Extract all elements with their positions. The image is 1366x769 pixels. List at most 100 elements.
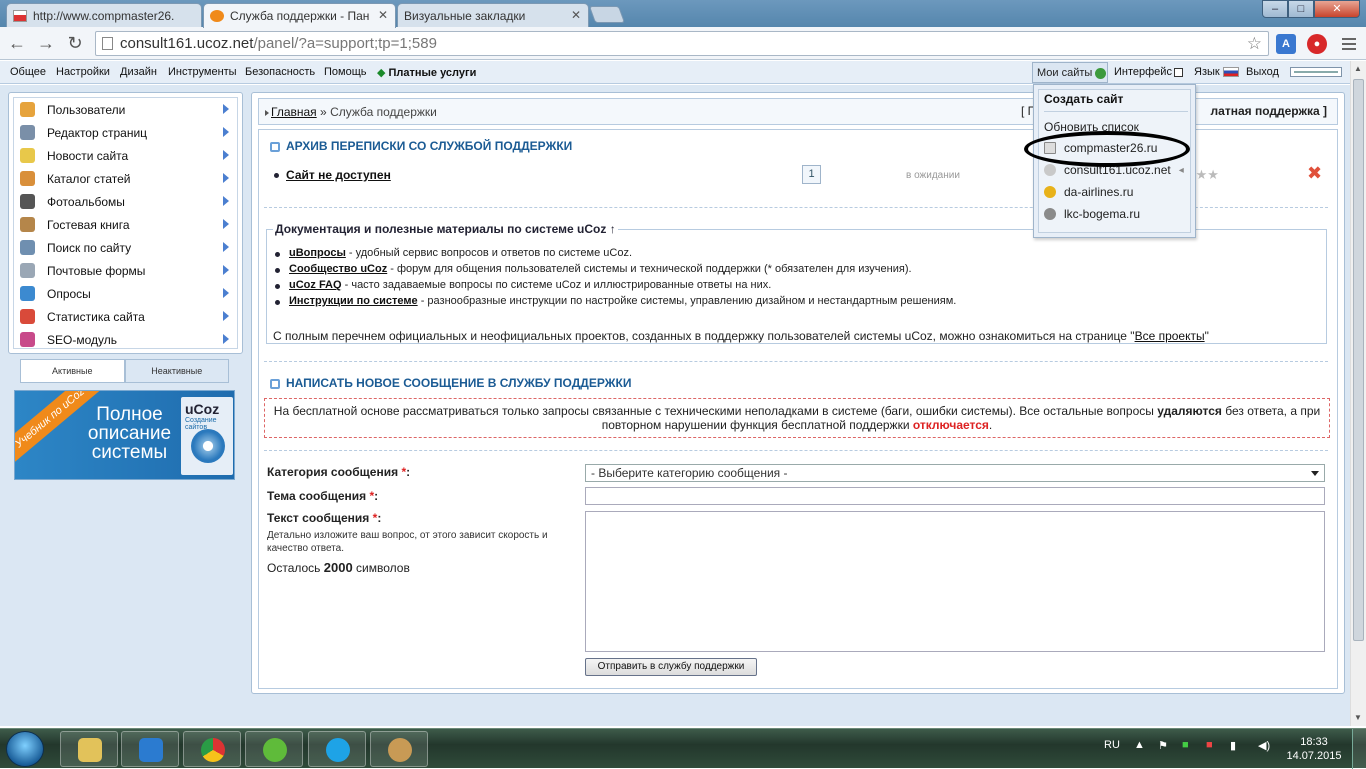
logout-link[interactable]: Выход: [1246, 66, 1279, 78]
sidebar-item[interactable]: Опросы: [14, 282, 237, 305]
show-desktop-button[interactable]: [1352, 729, 1366, 769]
expand-arrow-icon[interactable]: [223, 242, 229, 252]
expand-arrow-icon[interactable]: [223, 104, 229, 114]
disc-icon: [191, 429, 225, 463]
taskbar-chrome[interactable]: [183, 731, 241, 767]
translate-extension-icon[interactable]: A: [1276, 34, 1296, 54]
paid-support-link[interactable]: латная поддержка ]: [1211, 104, 1327, 118]
sidebar-item-label: Гостевая книга: [47, 217, 130, 232]
menu-help[interactable]: Помощь: [324, 66, 367, 78]
expand-arrow-icon[interactable]: [223, 219, 229, 229]
width-slider[interactable]: [1290, 67, 1342, 77]
browser-tab-bookmarks[interactable]: Визуальные закладки ✕: [397, 3, 589, 27]
expand-arrow-icon[interactable]: [223, 334, 229, 344]
sidebar-item[interactable]: Поиск по сайту: [14, 236, 237, 259]
network-tray-icon[interactable]: ■: [1182, 739, 1189, 751]
tab-inactive[interactable]: Неактивные: [124, 359, 229, 383]
forward-icon[interactable]: →: [35, 33, 57, 53]
expand-arrow-icon[interactable]: [223, 265, 229, 275]
docs-link[interactable]: Сообщество uCoz: [289, 263, 387, 275]
ucoz-tutorial-banner[interactable]: Учебник по uCoz Полное описание системы …: [14, 390, 235, 480]
expand-arrow-icon[interactable]: [223, 196, 229, 206]
subject-input[interactable]: [585, 487, 1325, 505]
close-tab-icon[interactable]: ✕: [571, 8, 581, 22]
clock-date: 14.07.2015: [1286, 750, 1342, 762]
taskbar-media-player[interactable]: [121, 731, 179, 767]
globe-icon: [1095, 67, 1107, 79]
expand-arrow-icon[interactable]: [223, 127, 229, 137]
taskbar-utorrent[interactable]: [245, 731, 303, 767]
tray-arrow-icon[interactable]: ▲: [1134, 739, 1145, 751]
address-bar[interactable]: consult161.ucoz.net/panel/?a=support;tp=…: [95, 31, 1269, 56]
interface-toggle[interactable]: Интерфейс: [1114, 66, 1183, 78]
paint-icon: [388, 738, 412, 762]
start-button[interactable]: [6, 731, 44, 767]
new-tab-button[interactable]: [588, 6, 626, 23]
maximize-button[interactable]: □: [1288, 0, 1314, 18]
all-projects-link[interactable]: Все проекты: [1135, 329, 1205, 343]
close-button[interactable]: ✕: [1314, 0, 1360, 18]
signal-icon[interactable]: ▮: [1230, 739, 1236, 752]
menu-design[interactable]: Дизайн: [120, 66, 157, 78]
menu-tools[interactable]: Инструменты: [168, 66, 237, 78]
sidebar-item[interactable]: SEO-модуль: [14, 328, 237, 351]
tab-active[interactable]: Активные: [20, 359, 125, 383]
bookmark-star-icon[interactable]: ☆: [1247, 32, 1262, 55]
expand-arrow-icon[interactable]: [223, 288, 229, 298]
ticket-link[interactable]: Сайт не доступен: [286, 168, 391, 182]
browser-tab-compmaster[interactable]: http://www.compmaster26.: [6, 3, 202, 27]
docs-legend[interactable]: Документация и полезные материалы по сис…: [273, 222, 618, 236]
minimize-button[interactable]: –: [1262, 0, 1288, 18]
menu-security[interactable]: Безопасность: [245, 66, 315, 78]
breadcrumb-home[interactable]: Главная: [271, 105, 317, 119]
expand-arrow-icon[interactable]: [223, 173, 229, 183]
sidebar-item[interactable]: Фотоальбомы: [14, 190, 237, 213]
browser-tab-support[interactable]: Служба поддержки - Пан ✕: [203, 3, 396, 28]
submit-button[interactable]: Отправить в службу поддержки: [585, 658, 757, 676]
docs-text: - разнообразные инструкции по настройке …: [417, 295, 957, 307]
scroll-down-icon[interactable]: ▼: [1354, 713, 1362, 722]
scrollbar-thumb[interactable]: [1353, 79, 1364, 641]
sidebar-item[interactable]: Пользователи: [14, 98, 237, 121]
docs-link[interactable]: Инструкции по системе: [289, 295, 418, 307]
delete-icon[interactable]: ✖: [1307, 163, 1322, 184]
breadcrumb-separator: »: [320, 105, 327, 119]
scroll-up-icon[interactable]: ▲: [1354, 64, 1362, 73]
volume-icon[interactable]: ◀): [1258, 739, 1270, 752]
taskbar-explorer[interactable]: [60, 731, 118, 767]
clock[interactable]: 18:33 14.07.2015: [1286, 735, 1342, 763]
action-center-icon[interactable]: ■: [1206, 739, 1213, 751]
sidebar-item[interactable]: Каталог статей: [14, 167, 237, 190]
my-sites-button[interactable]: Мои сайты: [1032, 62, 1108, 83]
menu-paid-services[interactable]: ◆ Платные услуги: [377, 66, 476, 79]
breadcrumb-current: Служба поддержки: [330, 105, 437, 119]
site-item-lkc-bogema[interactable]: lkc-bogema.ru: [1044, 207, 1194, 221]
sidebar-item[interactable]: Редактор страниц: [14, 121, 237, 144]
expand-arrow-icon[interactable]: [223, 150, 229, 160]
my-sites-label: Мои сайты: [1037, 67, 1093, 79]
taskbar-skype[interactable]: [308, 731, 366, 767]
expand-arrow-icon[interactable]: [223, 311, 229, 321]
menu-general[interactable]: Общее: [10, 66, 46, 78]
back-icon[interactable]: ←: [6, 33, 28, 53]
adblock-extension-icon[interactable]: ●: [1307, 34, 1327, 54]
language-selector[interactable]: Язык: [1194, 66, 1239, 78]
sidebar-item[interactable]: Новости сайта: [14, 144, 237, 167]
flag-tray-icon[interactable]: ⚑: [1158, 739, 1168, 752]
sidebar-item[interactable]: Гостевая книга: [14, 213, 237, 236]
taskbar-paint[interactable]: [370, 731, 428, 767]
language-indicator[interactable]: RU: [1104, 739, 1120, 751]
category-select[interactable]: - Выберите категорию сообщения -: [585, 464, 1325, 482]
sidebar-item[interactable]: Статистика сайта: [14, 305, 237, 328]
menu-settings[interactable]: Настройки: [56, 66, 110, 78]
chrome-menu-icon[interactable]: [1342, 38, 1356, 53]
reload-icon[interactable]: ↻: [64, 33, 86, 53]
page-scrollbar[interactable]: ▲ ▼: [1350, 61, 1366, 726]
message-textarea[interactable]: [585, 511, 1325, 652]
site-item-da-airlines[interactable]: da-airlines.ru: [1044, 185, 1194, 199]
create-site-link[interactable]: Создать сайт: [1044, 92, 1123, 106]
docs-link[interactable]: uВопросы: [289, 247, 346, 259]
docs-link[interactable]: uCoz FAQ: [289, 279, 342, 291]
sidebar-item[interactable]: Почтовые формы: [14, 259, 237, 282]
close-tab-icon[interactable]: ✕: [378, 8, 388, 22]
